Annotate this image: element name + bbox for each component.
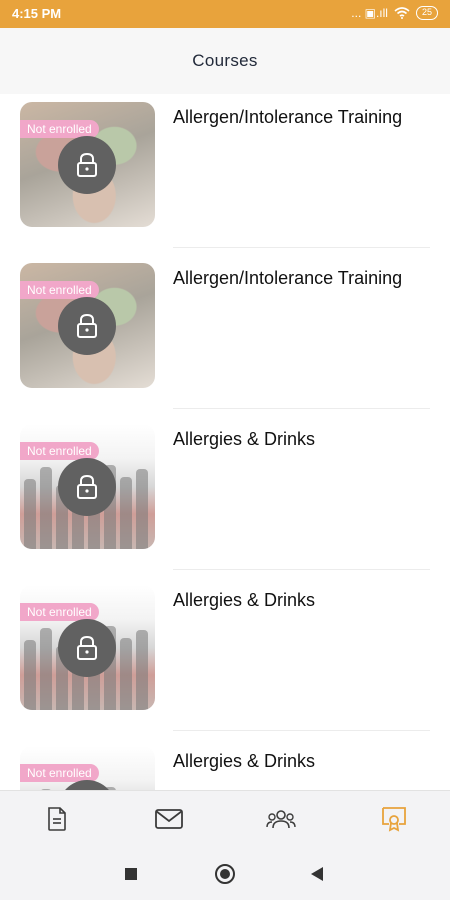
- certificate-icon: [382, 807, 406, 832]
- lock-icon: [58, 297, 116, 355]
- course-title: Allergies & Drinks: [173, 429, 316, 449]
- group-icon: [266, 810, 296, 829]
- course-thumbnail: Not enrolled: [20, 746, 155, 790]
- nav-messages-button[interactable]: [129, 791, 209, 847]
- course-title: Allergies & Drinks: [173, 751, 316, 771]
- home-icon[interactable]: [215, 864, 235, 884]
- course-thumbnail: Not enrolled: [20, 263, 155, 388]
- mail-icon: [155, 809, 183, 829]
- battery-icon: 25: [415, 6, 438, 20]
- back-icon[interactable]: [311, 867, 323, 881]
- course-title: Allergen/Intolerance Training: [173, 268, 403, 288]
- divider: [173, 569, 430, 570]
- recents-icon[interactable]: [125, 868, 137, 880]
- course-item[interactable]: Not enrolled Allergies & Drinks: [0, 424, 450, 585]
- course-item[interactable]: Not enrolled Allergies & Drinks: [0, 585, 450, 746]
- app-header: Courses: [0, 28, 450, 94]
- divider: [173, 247, 430, 248]
- nav-team-button[interactable]: [241, 791, 321, 847]
- course-item[interactable]: Not enrolled Allergen/Intolerance Traini…: [0, 263, 450, 424]
- status-time: 4:15 PM: [12, 6, 62, 21]
- system-nav-bar: [0, 846, 450, 900]
- divider: [173, 730, 430, 731]
- page-title: Courses: [192, 51, 258, 70]
- wifi-icon: [394, 7, 410, 19]
- document-icon: [48, 807, 66, 831]
- nav-certificates-button[interactable]: [354, 791, 434, 847]
- course-thumbnail: Not enrolled: [20, 585, 155, 710]
- course-item[interactable]: Not enrolled Allergen/Intolerance Traini…: [0, 102, 450, 263]
- course-thumbnail: Not enrolled: [20, 102, 155, 227]
- bottom-nav: [0, 790, 450, 846]
- lock-icon: [58, 619, 116, 677]
- lock-icon: [58, 136, 116, 194]
- lock-icon: [58, 458, 116, 516]
- nav-documents-button[interactable]: [17, 791, 97, 847]
- course-list[interactable]: Not enrolled Allergen/Intolerance Traini…: [0, 94, 450, 790]
- course-title: Allergies & Drinks: [173, 590, 316, 610]
- signal-icon: ... ▣.ıll: [351, 6, 388, 20]
- status-bar: 4:15 PM ... ▣.ıll 25: [0, 0, 450, 28]
- course-item[interactable]: Not enrolled Allergies & Drinks: [0, 746, 450, 790]
- course-thumbnail: Not enrolled: [20, 424, 155, 549]
- divider: [173, 408, 430, 409]
- course-title: Allergen/Intolerance Training: [173, 107, 403, 127]
- status-icons: ... ▣.ıll 25: [351, 6, 438, 20]
